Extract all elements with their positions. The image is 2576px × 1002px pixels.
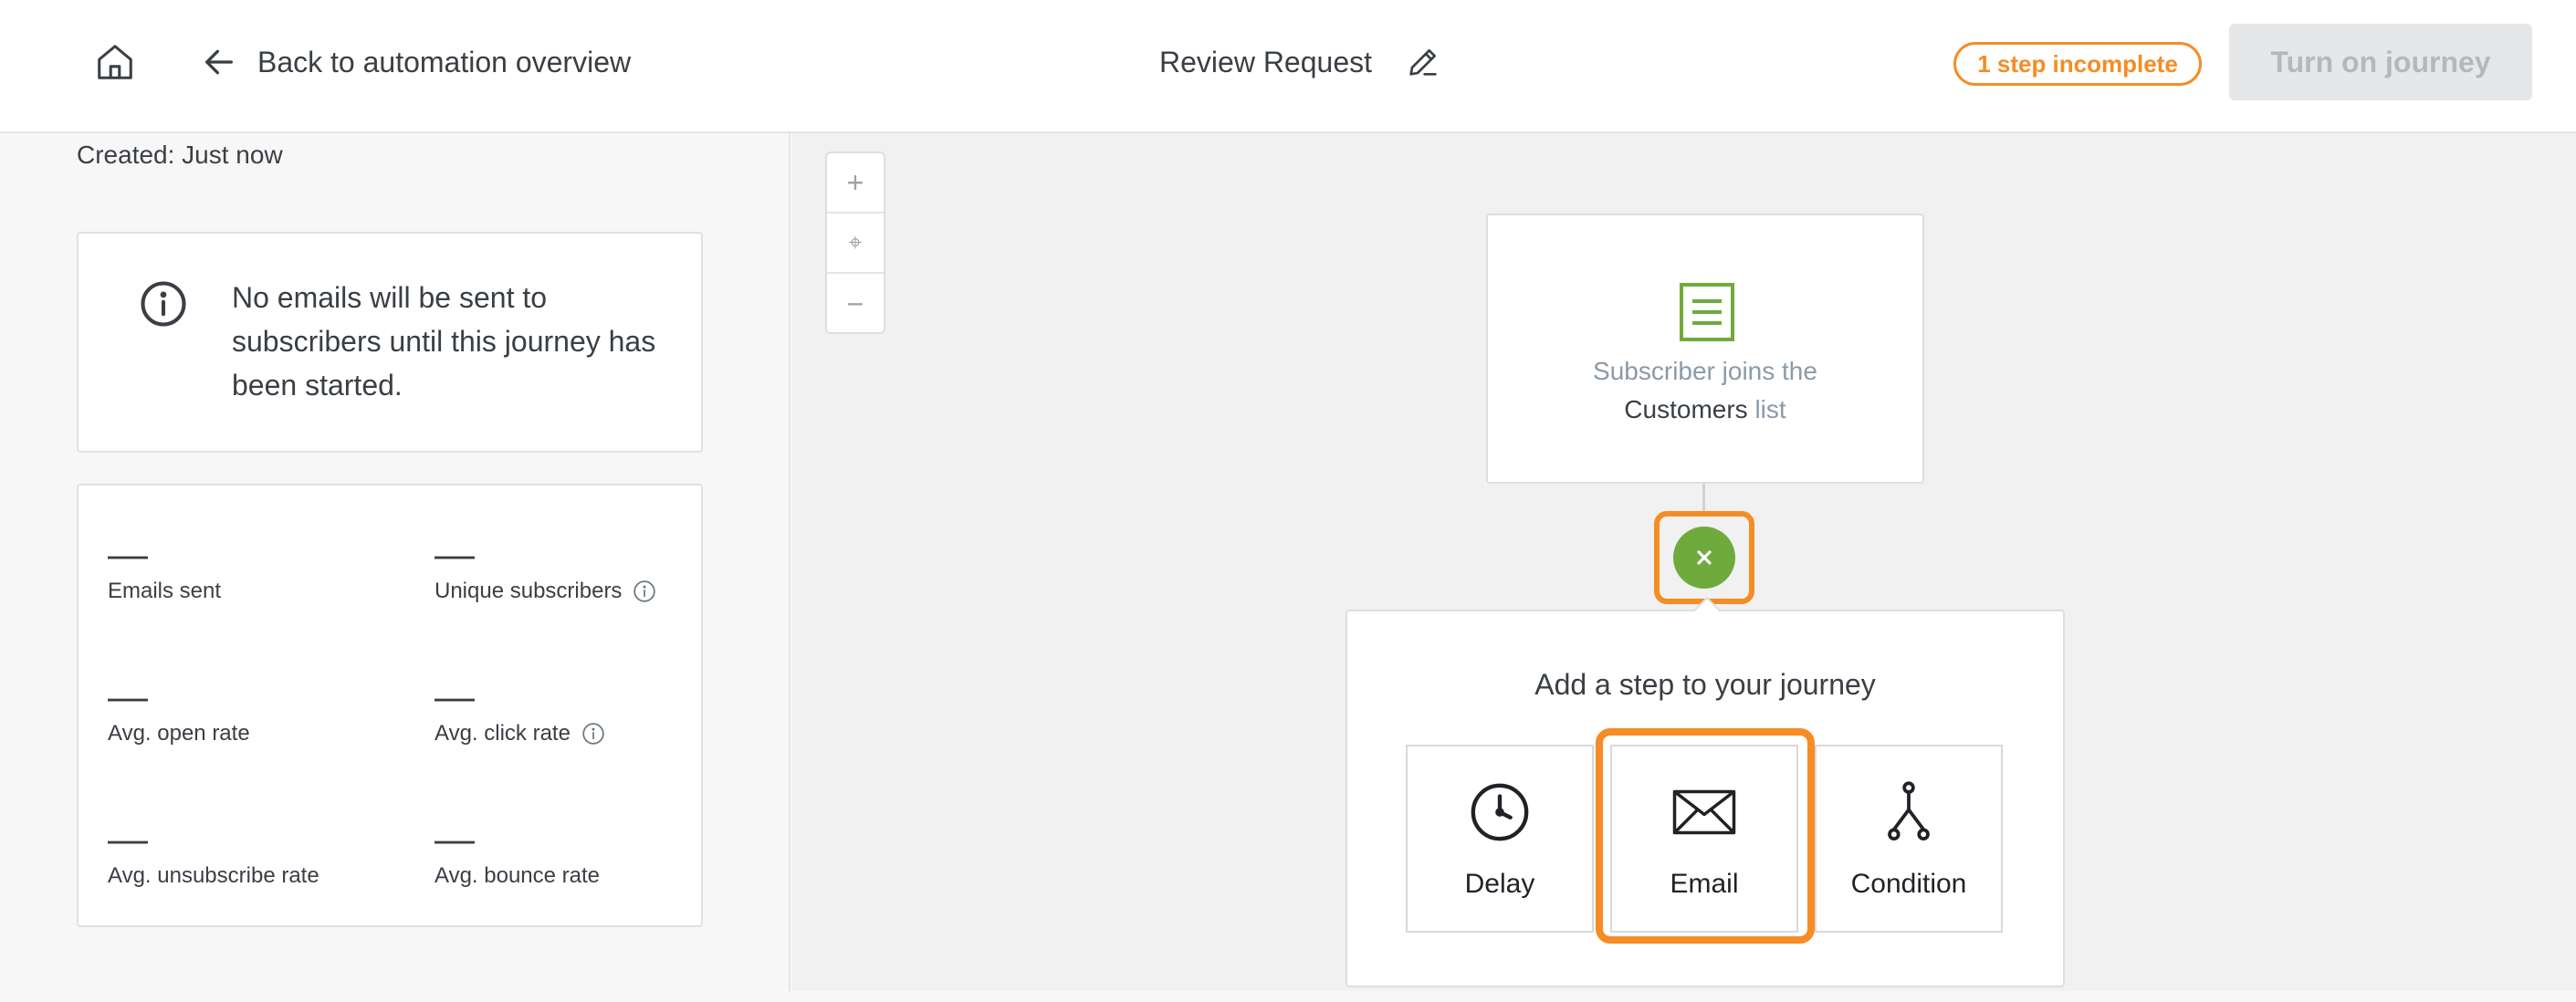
condition-option-label: Condition <box>1850 869 1967 899</box>
delay-option-label: Delay <box>1464 869 1535 899</box>
zoom-in-button[interactable]: + <box>827 153 884 214</box>
home-icon <box>98 45 132 79</box>
clock-icon <box>1471 783 1529 841</box>
created-timestamp: Created: Just now <box>77 141 283 169</box>
journey-title: Review Request <box>1159 45 1372 78</box>
trigger-list-name: Customers <box>1624 395 1748 423</box>
trigger-step-card[interactable]: Subscriber joins the Customers list <box>1486 214 1924 484</box>
stat-label: Avg. open rate <box>108 721 250 746</box>
journey-title-area: Review Request <box>1159 37 1443 88</box>
turn-on-journey-button[interactable]: Turn on journey <box>2229 24 2532 100</box>
stat-open-rate: — Avg. open rate <box>108 677 400 750</box>
close-add-step-button[interactable] <box>1673 527 1735 589</box>
list-document-icon <box>1680 283 1734 341</box>
back-link-label: Back to automation overview <box>257 45 632 78</box>
info-notice-card: No emails will be sent to subscribers un… <box>77 232 703 453</box>
trigger-line-2: Customers list <box>1488 391 1922 429</box>
journey-stats-card: — Emails sent — Unique subscribers — Avg… <box>77 484 703 927</box>
stat-value: — <box>108 532 148 577</box>
journey-sidebar: Created: Just now No emails will be sent… <box>0 133 791 991</box>
trigger-description: Subscriber joins the Customers list <box>1488 352 1922 429</box>
stat-click-rate: — Avg. click rate <box>435 677 727 750</box>
stat-label-text: Unique subscribers <box>435 579 623 603</box>
info-icon <box>141 281 186 327</box>
email-option-highlight <box>1596 728 1815 944</box>
stat-value: — <box>435 817 475 861</box>
back-to-overview-link[interactable]: Back to automation overview <box>201 37 631 88</box>
branch-icon <box>1888 781 1930 840</box>
stat-value: — <box>108 674 148 719</box>
stat-emails-sent: — Emails sent <box>108 535 400 608</box>
stat-label-text: Emails sent <box>108 579 222 603</box>
edit-title-button[interactable] <box>1403 42 1443 82</box>
option-icon-wrap <box>1876 779 1942 845</box>
trigger-line-1: Subscriber joins the <box>1593 357 1817 385</box>
home-button[interactable] <box>88 35 142 89</box>
recenter-button[interactable]: ⌖ <box>827 214 884 274</box>
stat-label-text: Avg. unsubscribe rate <box>108 863 319 888</box>
stat-label-text: Avg. click rate <box>435 721 571 746</box>
zoom-out-button[interactable]: − <box>827 274 884 334</box>
pencil-icon <box>1409 49 1437 76</box>
zoom-controls: + ⌖ − <box>825 151 885 334</box>
stat-value: — <box>108 817 148 861</box>
step-connector-line <box>1702 484 1705 511</box>
close-icon <box>1697 550 1712 565</box>
close-add-step-highlight <box>1654 511 1754 604</box>
stat-value: — <box>435 674 475 719</box>
arrow-left-icon <box>205 49 233 75</box>
option-icon-wrap <box>1467 779 1533 845</box>
incomplete-steps-badge: 1 step incomplete <box>1953 42 2202 86</box>
add-step-heading: Add a step to your journey <box>1534 668 1876 701</box>
info-message: No emails will be sent to subscribers un… <box>232 281 656 402</box>
stat-label: Avg. bounce rate <box>435 863 600 889</box>
delay-step-option[interactable]: Delay <box>1406 745 1594 933</box>
stat-label-text: Avg. bounce rate <box>435 863 601 888</box>
condition-step-option[interactable]: Condition <box>1815 745 2003 933</box>
journey-canvas[interactable]: + ⌖ − Subscriber joins the Customers lis… <box>792 133 2576 991</box>
stat-label: Emails sent <box>108 579 221 604</box>
top-bar: Back to automation overview Review Reque… <box>0 0 2576 133</box>
info-tooltip-icon[interactable] <box>633 579 656 603</box>
stat-label: Avg. click rate <box>435 721 605 746</box>
stat-unsubscribe-rate: — Avg. unsubscribe rate <box>108 819 400 892</box>
stat-label: Avg. unsubscribe rate <box>108 863 319 889</box>
stat-value: — <box>435 532 475 577</box>
stat-label: Unique subscribers <box>435 579 656 604</box>
stat-bounce-rate: — Avg. bounce rate <box>435 819 727 892</box>
trigger-list-suffix: list <box>1754 395 1786 423</box>
info-tooltip-icon[interactable] <box>581 722 605 746</box>
stat-unique-subscribers: — Unique subscribers <box>435 535 727 608</box>
stat-label-text: Avg. open rate <box>108 721 250 746</box>
